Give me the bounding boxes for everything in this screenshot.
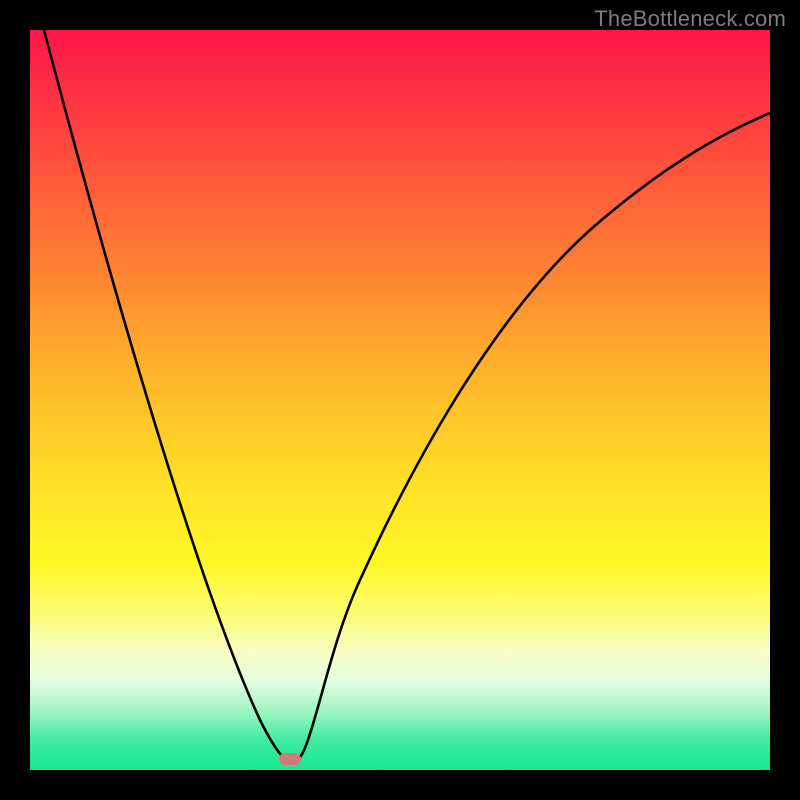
optimal-marker (279, 753, 301, 765)
plot-area (30, 30, 770, 770)
bottleneck-curve (30, 30, 770, 770)
watermark-text: TheBottleneck.com (594, 6, 786, 32)
chart-frame: TheBottleneck.com (0, 0, 800, 800)
curve-path (44, 30, 770, 762)
